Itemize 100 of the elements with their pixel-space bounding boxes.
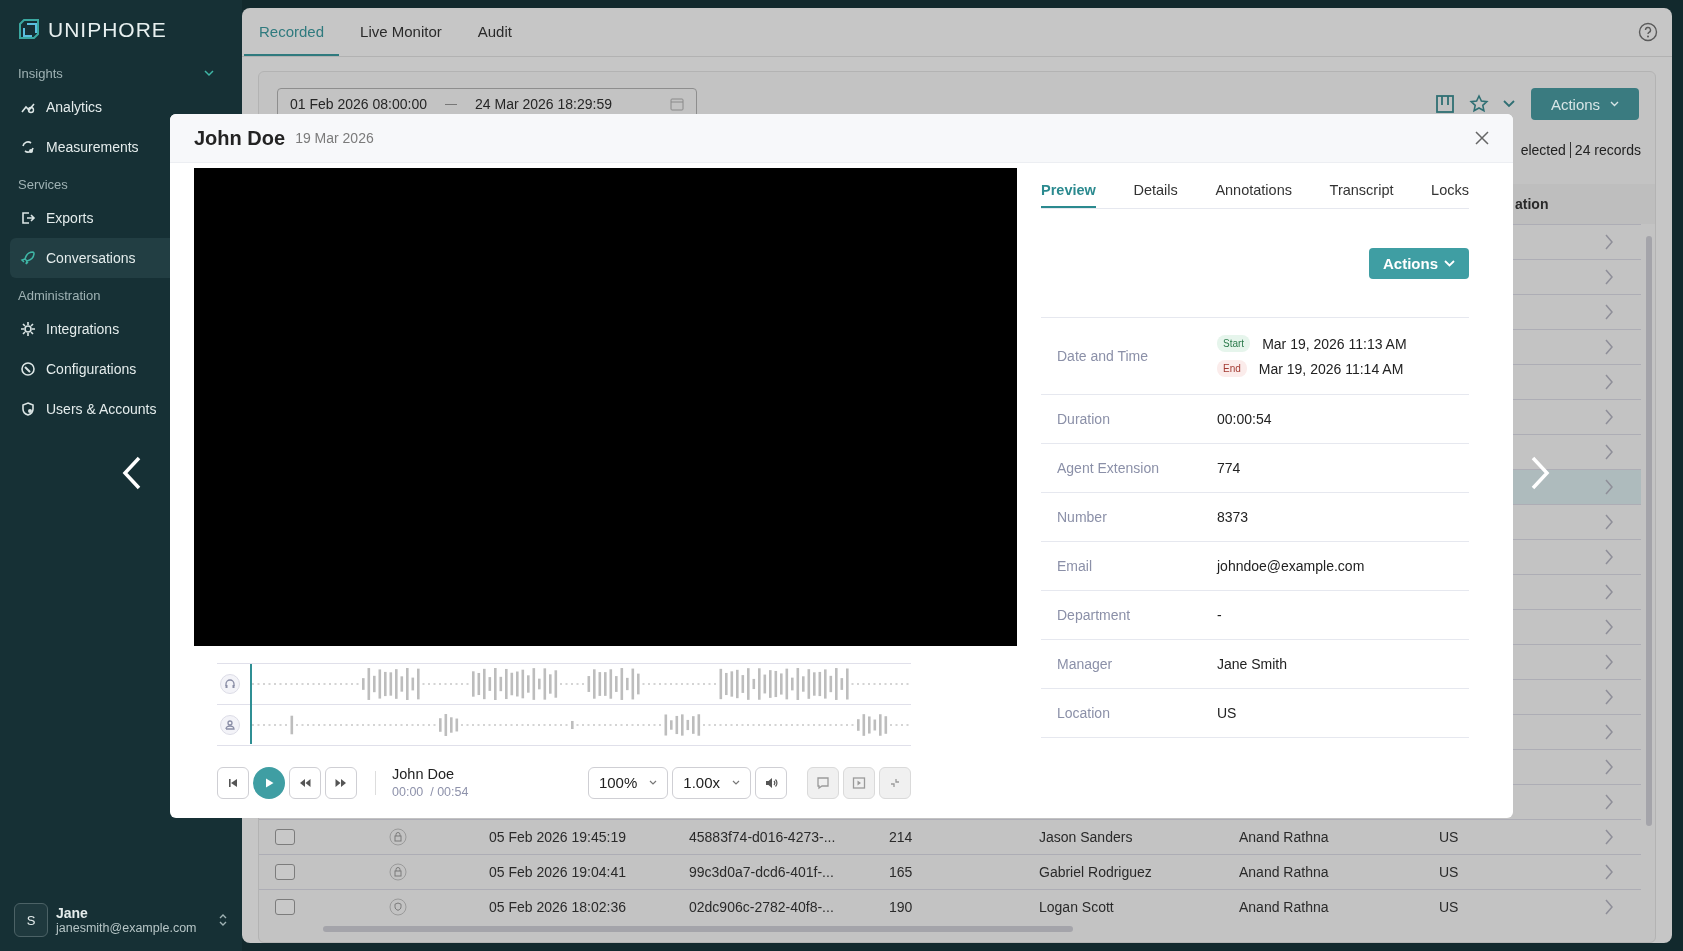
- chevron-right-icon[interactable]: [1604, 514, 1614, 530]
- table-cell-text: US: [1438, 864, 1460, 880]
- chevron-right-icon[interactable]: [1604, 374, 1614, 390]
- chevron-right-icon[interactable]: [1604, 444, 1614, 460]
- tab[interactable]: Transcript: [1329, 176, 1394, 208]
- actions-button[interactable]: Actions: [1531, 88, 1639, 120]
- logo-icon: [18, 18, 42, 42]
- fast-forward-button[interactable]: [325, 766, 357, 799]
- table-cell-text: Anand Rathna: [1238, 899, 1330, 915]
- field-value: johndoe@example.com: [1217, 558, 1365, 574]
- table-row[interactable]: 05 Feb 2026 19:04:41 99c3d0a7-dcd6-401f-... 165 Gabriel Rodriguez Anand Rathna US: [259, 854, 1641, 889]
- chevron-right-icon[interactable]: [1604, 829, 1614, 845]
- sidebar-item[interactable]: Analytics: [10, 87, 242, 127]
- speed-dropdown[interactable]: 1.00x: [672, 766, 751, 799]
- table-cell-text: Logan Scott: [1038, 899, 1115, 915]
- record-count: 24 records: [1574, 142, 1641, 158]
- section-title: Services: [18, 177, 68, 192]
- field-label: Date and Time: [1056, 348, 1150, 364]
- table-cell-text: 190: [888, 899, 914, 915]
- field-label: Duration: [1056, 411, 1111, 427]
- row-checkbox[interactable]: [275, 864, 295, 880]
- user-name: Jane: [56, 905, 89, 921]
- table-row[interactable]: 05 Feb 2026 19:45:19 45883f74-d016-4273-... 214 Jason Sanders Anand Rathna US: [259, 819, 1641, 854]
- end-badge: End: [1217, 360, 1247, 377]
- sidebar-item-icon: [20, 139, 36, 155]
- user-avatar[interactable]: S: [14, 903, 48, 937]
- rewind-button[interactable]: [289, 766, 321, 799]
- section-title: Administration: [18, 288, 101, 303]
- section-title: Insights: [18, 66, 63, 81]
- video-player[interactable]: [194, 168, 1017, 646]
- tab[interactable]: Live Monitor: [345, 8, 457, 56]
- chevron-right-icon[interactable]: [1604, 689, 1614, 705]
- table-cell-text: 05 Feb 2026 19:45:19: [488, 829, 627, 845]
- row-checkbox[interactable]: [275, 899, 295, 915]
- caret-icon: [1444, 260, 1455, 267]
- caret-icon: [1610, 101, 1620, 107]
- table-cell-text: Jason Sanders: [1038, 829, 1134, 845]
- sidebar-item[interactable]: Users & Accounts: [10, 389, 242, 429]
- scrollbar[interactable]: [1646, 236, 1652, 826]
- table-cell-text: US: [1438, 829, 1460, 845]
- scrollbar[interactable]: [323, 926, 1073, 932]
- sidebar-item[interactable]: Integrations: [10, 309, 242, 349]
- table-cell-text: 02dc906c-2782-40f8-...: [688, 899, 835, 915]
- chevron-right-icon[interactable]: [1604, 479, 1614, 495]
- chevron-right-icon[interactable]: [1604, 864, 1614, 880]
- sidebar-item-icon: [20, 361, 36, 377]
- shield-icon: [389, 898, 407, 916]
- sidebar-item[interactable]: Configurations: [10, 349, 242, 389]
- lock-icon: [389, 863, 407, 881]
- star-icon[interactable]: [1469, 94, 1489, 114]
- chevron-right-icon[interactable]: [1604, 549, 1614, 565]
- zoom-dropdown[interactable]: 100%: [587, 766, 669, 799]
- logo-text: UNIPHORE: [48, 18, 167, 42]
- person-icon: [220, 715, 240, 735]
- skip-back-button[interactable]: [217, 766, 249, 799]
- dialog-date: 19 Mar 2026: [295, 130, 374, 146]
- video-icon: [852, 775, 866, 790]
- table-cell-text: 05 Feb 2026 19:04:41: [488, 864, 627, 880]
- field-value: 8373: [1217, 509, 1249, 525]
- chevron-right-icon[interactable]: [1604, 339, 1614, 355]
- chevron-right-icon[interactable]: [1604, 584, 1614, 600]
- field-label: Number: [1056, 509, 1108, 525]
- row-checkbox[interactable]: [275, 829, 295, 845]
- lock-icon: [389, 828, 407, 846]
- chevron-right-icon[interactable]: [1604, 654, 1614, 670]
- expand-icon[interactable]: [218, 912, 228, 928]
- chevron-right-icon[interactable]: [1604, 724, 1614, 740]
- caret-icon: [649, 780, 658, 785]
- user-email: janesmith@example.com: [56, 921, 197, 935]
- sidebar-item[interactable]: Exports: [10, 198, 242, 238]
- chevron-right-icon[interactable]: [1604, 759, 1614, 775]
- play-button[interactable]: [253, 766, 285, 799]
- volume-button[interactable]: [755, 766, 787, 799]
- chevron-right-icon[interactable]: [1604, 269, 1614, 285]
- table-cell-text: Anand Rathna: [1238, 864, 1330, 880]
- chevron-right-icon[interactable]: [1604, 234, 1614, 250]
- calendar-icon: [670, 97, 684, 111]
- field-value: 774: [1217, 460, 1241, 476]
- comment-icon: [816, 775, 830, 790]
- field-label: Email: [1056, 558, 1093, 574]
- table-cell-text: US: [1438, 899, 1460, 915]
- chevron-icon[interactable]: [204, 70, 214, 77]
- chevron-right-icon[interactable]: [1604, 619, 1614, 635]
- field-value: Mar 19, 2026 11:13 AM: [1262, 335, 1407, 352]
- columns-icon[interactable]: [1435, 94, 1455, 114]
- speaker-name: John Doe: [392, 766, 456, 782]
- chevron-right-icon[interactable]: [1604, 304, 1614, 320]
- tab[interactable]: Annotations: [1215, 176, 1292, 208]
- chevron-right-icon[interactable]: [1604, 409, 1614, 425]
- chevron-right-icon[interactable]: [1604, 899, 1614, 915]
- chevron-right-icon[interactable]: [1604, 794, 1614, 810]
- table-row[interactable]: 05 Feb 2026 18:02:36 02dc906c-2782-40f8-... 190 Logan Scott Anand Rathna US: [259, 889, 1641, 924]
- close-icon[interactable]: [1475, 131, 1489, 145]
- selected-count: elected: [1520, 142, 1566, 158]
- field-value: Jane Smith: [1217, 656, 1288, 672]
- tab[interactable]: Details: [1133, 176, 1178, 208]
- tab[interactable]: Audit: [462, 8, 527, 56]
- tab[interactable]: Preview: [1041, 176, 1096, 208]
- help-icon[interactable]: [1638, 22, 1658, 42]
- tab[interactable]: Locks: [1431, 176, 1469, 208]
